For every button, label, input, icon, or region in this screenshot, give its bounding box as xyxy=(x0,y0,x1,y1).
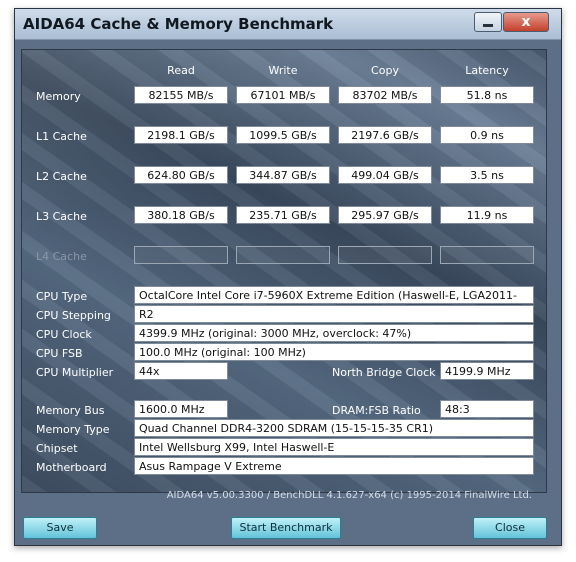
l3-latency: 11.9 ns xyxy=(440,206,534,224)
motherboard-value: Asus Rampage V Extreme xyxy=(134,457,534,475)
minimize-icon[interactable] xyxy=(474,12,502,32)
l3-read: 380.18 GB/s xyxy=(134,206,228,224)
memory-type-value: Quad Channel DDR4-3200 SDRAM (15-15-15-3… xyxy=(134,419,534,437)
memory-write: 67101 MB/s xyxy=(236,86,330,104)
dram-fsb-ratio-value: 48:3 xyxy=(440,400,534,418)
row-label-l2: L2 Cache xyxy=(36,170,87,183)
l2-copy: 499.04 GB/s xyxy=(338,166,432,184)
memory-latency: 51.8 ns xyxy=(440,86,534,104)
cpu-multiplier-value: 44x xyxy=(134,362,228,380)
l4-latency xyxy=(440,246,534,264)
l1-latency: 0.9 ns xyxy=(440,126,534,144)
cpu-clock-value: 4399.9 MHz (original: 3000 MHz, overcloc… xyxy=(134,324,534,342)
col-header-copy: Copy xyxy=(371,64,399,77)
title-bar: AIDA64 Cache & Memory Benchmark x xyxy=(15,9,561,40)
start-benchmark-button[interactable]: Start Benchmark xyxy=(231,517,341,539)
cpu-clock-label: CPU Clock xyxy=(36,328,92,341)
l4-write xyxy=(236,246,330,264)
memory-read: 82155 MB/s xyxy=(134,86,228,104)
chipset-label: Chipset xyxy=(36,442,78,455)
north-bridge-value: 4199.9 MHz xyxy=(440,362,534,380)
l3-write: 235.71 GB/s xyxy=(236,206,330,224)
close-button[interactable]: Close xyxy=(473,517,547,539)
cpu-multiplier-label: CPU Multiplier xyxy=(36,366,114,379)
l2-write: 344.87 GB/s xyxy=(236,166,330,184)
col-header-latency: Latency xyxy=(465,64,509,77)
l2-latency: 3.5 ns xyxy=(440,166,534,184)
benchmark-panel: Read Write Copy Latency Memory 82155 MB/… xyxy=(21,49,547,501)
memory-copy: 83702 MB/s xyxy=(338,86,432,104)
l4-read xyxy=(134,246,228,264)
l1-copy: 2197.6 GB/s xyxy=(338,126,432,144)
version-footer: AIDA64 v5.00.3300 / BenchDLL 4.1.627-x64… xyxy=(166,490,532,501)
col-header-read: Read xyxy=(167,64,195,77)
row-label-l3: L3 Cache xyxy=(36,210,87,223)
memory-bus-label: Memory Bus xyxy=(36,404,105,417)
cpu-fsb-label: CPU FSB xyxy=(36,347,83,360)
north-bridge-label: North Bridge Clock xyxy=(332,366,436,379)
dram-fsb-ratio-label: DRAM:FSB Ratio xyxy=(332,404,421,417)
benchmark-window: AIDA64 Cache & Memory Benchmark x Read W… xyxy=(14,8,562,546)
cpu-fsb-value: 100.0 MHz (original: 100 MHz) xyxy=(134,343,534,361)
row-label-l4: L4 Cache xyxy=(36,250,87,263)
l4-copy xyxy=(338,246,432,264)
close-icon[interactable]: x xyxy=(503,12,549,32)
cpu-stepping-value: R2 xyxy=(134,305,534,323)
col-header-write: Write xyxy=(268,64,298,77)
l1-write: 1099.5 GB/s xyxy=(236,126,330,144)
chipset-value: Intel Wellsburg X99, Intel Haswell-E xyxy=(134,438,534,456)
motherboard-label: Motherboard xyxy=(36,461,107,474)
memory-type-label: Memory Type xyxy=(36,423,110,436)
row-label-memory: Memory xyxy=(36,90,81,103)
cpu-stepping-label: CPU Stepping xyxy=(36,309,111,322)
window-title: AIDA64 Cache & Memory Benchmark xyxy=(23,15,334,33)
l1-read: 2198.1 GB/s xyxy=(134,126,228,144)
memory-bus-value: 1600.0 MHz xyxy=(134,400,228,418)
cpu-type-value: OctalCore Intel Core i7-5960X Extreme Ed… xyxy=(134,286,534,320)
l3-copy: 295.97 GB/s xyxy=(338,206,432,224)
row-label-l1: L1 Cache xyxy=(36,130,87,143)
cpu-type-label: CPU Type xyxy=(36,290,88,303)
save-button[interactable]: Save xyxy=(23,517,97,539)
l2-read: 624.80 GB/s xyxy=(134,166,228,184)
